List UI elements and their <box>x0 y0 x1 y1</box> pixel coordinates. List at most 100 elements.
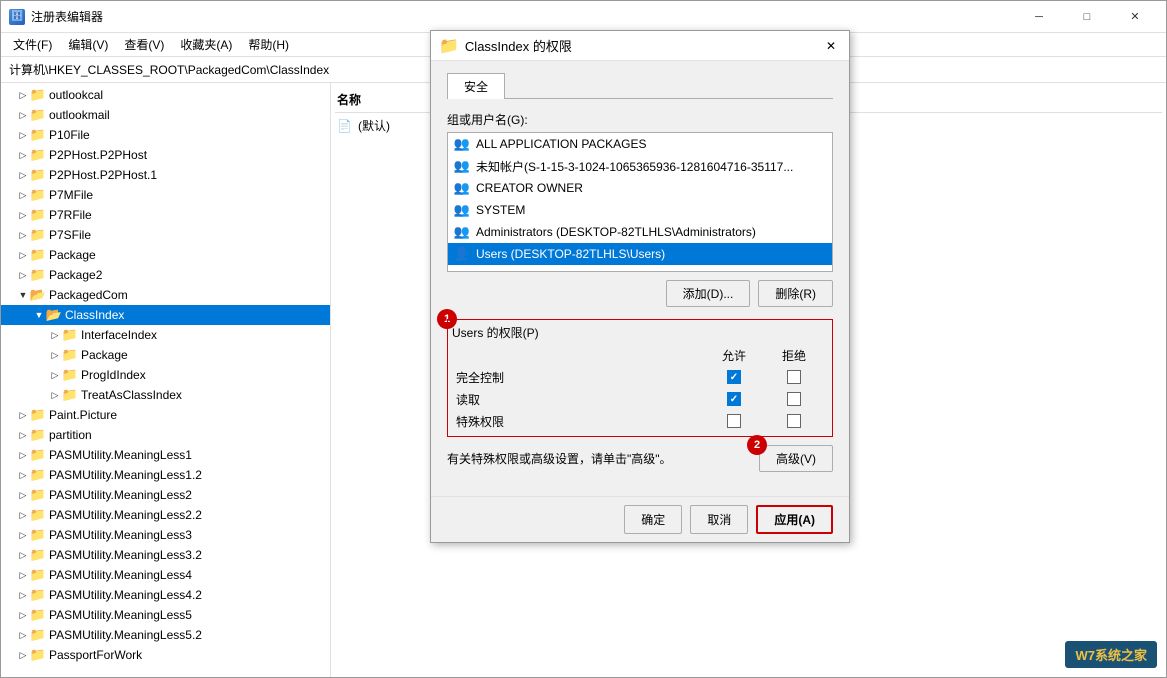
user-label: Administrators (DESKTOP-82TLHLS\Administ… <box>476 225 756 239</box>
user-icon: 👥 <box>454 180 470 196</box>
dialog-title-bar: 📁 ClassIndex 的权限 ✕ <box>431 31 849 61</box>
user-icon: 👥 <box>454 202 470 218</box>
address-path: 计算机\HKEY_CLASSES_ROOT\PackagedCom\ClassI… <box>5 59 333 80</box>
menu-edit[interactable]: 编辑(V) <box>60 34 116 55</box>
tab-security[interactable]: 安全 <box>447 73 505 99</box>
tree-item-outlookcal[interactable]: ▷ 📁 outlookcal <box>1 85 330 105</box>
expand-icon: ▷ <box>17 129 29 141</box>
tree-item-pasm22[interactable]: ▷ 📁 PASMUtility.MeaningLess2.2 <box>1 505 330 525</box>
expand-icon: ▷ <box>17 429 29 441</box>
perm-col-name-header <box>456 347 704 364</box>
tree-item-packagedcom[interactable]: ▼ 📂 PackagedCom <box>1 285 330 305</box>
advanced-row: 有关特殊权限或高级设置，请单击"高级"。 2 高级(V) <box>447 445 833 472</box>
tree-item-pasm3[interactable]: ▷ 📁 PASMUtility.MeaningLess3 <box>1 525 330 545</box>
user-item-all-app-packages[interactable]: 👥 ALL APPLICATION PACKAGES <box>448 133 832 155</box>
remove-button[interactable]: 删除(R) <box>758 280 833 307</box>
checkbox-full-control-deny[interactable] <box>787 370 801 384</box>
dialog-close-button[interactable]: ✕ <box>821 36 841 56</box>
expand-icon: ▷ <box>17 189 29 201</box>
close-button[interactable]: ✕ <box>1112 3 1158 31</box>
tree-item-progidindex[interactable]: ▷ 📁 ProgIdIndex <box>1 365 330 385</box>
tree-item-paintpicture[interactable]: ▷ 📁 Paint.Picture <box>1 405 330 425</box>
user-label: CREATOR OWNER <box>476 181 583 195</box>
menu-favorites[interactable]: 收藏夹(A) <box>172 34 240 55</box>
advanced-btn-container: 2 高级(V) <box>759 445 833 472</box>
tree-item-p2phost1[interactable]: ▷ 📁 P2PHost.P2PHost <box>1 145 330 165</box>
cancel-button[interactable]: 取消 <box>690 505 748 534</box>
checkbox-special-deny[interactable] <box>787 414 801 428</box>
tree-item-p7mfile[interactable]: ▷ 📁 P7MFile <box>1 185 330 205</box>
folder-icon: 📁 <box>30 87 46 103</box>
expand-icon: ▼ <box>33 309 45 321</box>
tree-item-treatasclassindex[interactable]: ▷ 📁 TreatAsClassIndex <box>1 385 330 405</box>
tree-item-package[interactable]: ▷ 📁 Package <box>1 245 330 265</box>
menu-help[interactable]: 帮助(H) <box>240 34 297 55</box>
minimize-button[interactable]: ─ <box>1016 3 1062 31</box>
user-icon: 👥 <box>454 136 470 152</box>
folder-icon: 📁 <box>30 547 46 563</box>
tree-item-p2phost2[interactable]: ▷ 📁 P2PHost.P2PHost.1 <box>1 165 330 185</box>
advanced-button[interactable]: 高级(V) <box>759 445 833 472</box>
expand-icon: ▼ <box>17 289 29 301</box>
user-item-users[interactable]: 👤 Users (DESKTOP-82TLHLS\Users) <box>448 243 832 265</box>
tree-item-pasm5[interactable]: ▷ 📁 PASMUtility.MeaningLess5 <box>1 605 330 625</box>
user-item-unknown-account[interactable]: 👥 未知帐户(S-1-15-3-1024-1065365936-12816047… <box>448 155 832 177</box>
tree-item-pasm42[interactable]: ▷ 📁 PASMUtility.MeaningLess4.2 <box>1 585 330 605</box>
folder-icon: 📁 <box>30 427 46 443</box>
tree-item-pasm1[interactable]: ▷ 📁 PASMUtility.MeaningLess1 <box>1 445 330 465</box>
perm-deny-special <box>764 414 824 428</box>
tree-item-p7sfile[interactable]: ▷ 📁 P7SFile <box>1 225 330 245</box>
ok-button[interactable]: 确定 <box>624 505 682 534</box>
tree-item-pasm2[interactable]: ▷ 📁 PASMUtility.MeaningLess2 <box>1 485 330 505</box>
perm-name-full-control: 完全控制 <box>456 369 704 386</box>
checkbox-special-allow[interactable] <box>727 414 741 428</box>
folder-icon: 📁 <box>30 207 46 223</box>
perm-row-full-control: 完全控制 <box>452 366 828 388</box>
tree-item-p10file[interactable]: ▷ 📁 P10File <box>1 125 330 145</box>
expand-icon: ▷ <box>17 589 29 601</box>
tree-item-classindex[interactable]: ▼ 📂 ClassIndex <box>1 305 330 325</box>
tree-item-package-sub[interactable]: ▷ 📁 Package <box>1 345 330 365</box>
folder-icon: 📁 <box>30 647 46 663</box>
tree-item-pasm52[interactable]: ▷ 📁 PASMUtility.MeaningLess5.2 <box>1 625 330 645</box>
tree-item-pasm32[interactable]: ▷ 📁 PASMUtility.MeaningLess3.2 <box>1 545 330 565</box>
permissions-dialog: 📁 ClassIndex 的权限 ✕ 安全 组或用户名(G): 👥 ALL AP… <box>430 30 850 543</box>
user-label: 未知帐户(S-1-15-3-1024-1065365936-1281604716… <box>476 158 793 175</box>
menu-view[interactable]: 查看(V) <box>116 34 172 55</box>
tree-item-pasm12[interactable]: ▷ 📁 PASMUtility.MeaningLess1.2 <box>1 465 330 485</box>
perm-row-read: 读取 <box>452 388 828 410</box>
expand-icon: ▷ <box>17 489 29 501</box>
tree-panel: ▷ 📁 outlookcal ▷ 📁 outlookmail ▷ 📁 P10Fi… <box>1 83 331 677</box>
expand-icon: ▷ <box>17 529 29 541</box>
expand-icon: ▷ <box>17 629 29 641</box>
perm-deny-full-control <box>764 370 824 384</box>
apply-button[interactable]: 应用(A) <box>756 505 833 534</box>
tree-item-outlookmail[interactable]: ▷ 📁 outlookmail <box>1 105 330 125</box>
expand-icon: ▷ <box>17 89 29 101</box>
expand-icon: ▷ <box>17 229 29 241</box>
tree-item-pasm4[interactable]: ▷ 📁 PASMUtility.MeaningLess4 <box>1 565 330 585</box>
user-item-system[interactable]: 👥 SYSTEM <box>448 199 832 221</box>
add-button[interactable]: 添加(D)... <box>666 280 751 307</box>
menu-file[interactable]: 文件(F) <box>5 34 60 55</box>
folder-icon: 📁 <box>30 407 46 423</box>
expand-icon: ▷ <box>17 169 29 181</box>
tree-item-package2[interactable]: ▷ 📁 Package2 <box>1 265 330 285</box>
maximize-button[interactable]: □ <box>1064 3 1110 31</box>
checkbox-read-allow[interactable] <box>727 392 741 406</box>
tree-item-interfaceindex[interactable]: ▷ 📁 InterfaceIndex <box>1 325 330 345</box>
expand-icon: ▷ <box>17 249 29 261</box>
badge-2: 2 <box>747 435 767 455</box>
advanced-text: 有关特殊权限或高级设置，请单击"高级"。 <box>447 450 672 467</box>
user-item-creator-owner[interactable]: 👥 CREATOR OWNER <box>448 177 832 199</box>
tree-item-passportforwork[interactable]: ▷ 📁 PassportForWork <box>1 645 330 665</box>
tree-item-p7rfile[interactable]: ▷ 📁 P7RFile <box>1 205 330 225</box>
permissions-label: Users 的权限(P) <box>452 324 828 341</box>
tree-item-partition[interactable]: ▷ 📁 partition <box>1 425 330 445</box>
checkbox-full-control-allow[interactable] <box>727 370 741 384</box>
checkbox-read-deny[interactable] <box>787 392 801 406</box>
folder-icon: 📁 <box>30 607 46 623</box>
perm-allow-special <box>704 414 764 428</box>
user-item-administrators[interactable]: 👥 Administrators (DESKTOP-82TLHLS\Admini… <box>448 221 832 243</box>
window-title: 注册表编辑器 <box>31 8 103 25</box>
